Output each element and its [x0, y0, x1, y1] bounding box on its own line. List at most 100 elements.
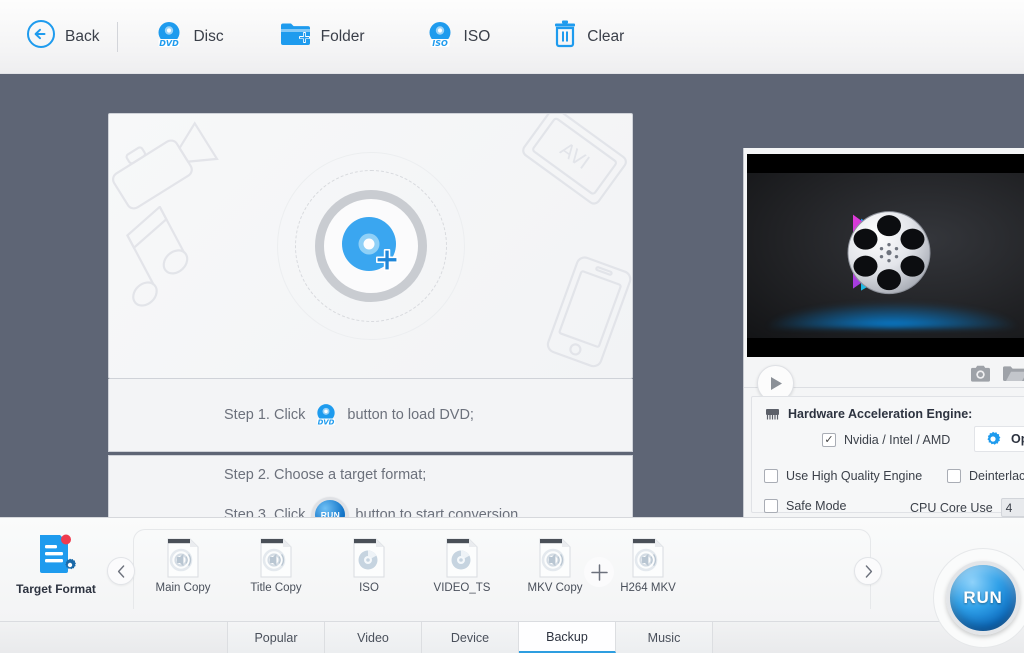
preview-toolbar: [744, 358, 1024, 402]
add-format-button[interactable]: [584, 557, 614, 587]
iso-button-label: ISO: [463, 27, 491, 45]
run-button-area: RUN: [933, 548, 1024, 652]
nvidia-checkbox[interactable]: ✓: [822, 433, 836, 447]
hardware-acceleration-panel: Hardware Acceleration Engine: ✓ Nvidia /…: [751, 396, 1024, 517]
high-quality-label: Use High Quality Engine: [786, 469, 923, 483]
deinterlacing-label: Deinterlacing: [969, 469, 1024, 483]
disc-file-icon: [353, 538, 385, 578]
format-strip: Target Format Main Copy Title Copy ISO V…: [0, 517, 1024, 621]
cpu-core-row: CPU Core Use 4: [910, 498, 1024, 517]
disc-add-icon[interactable]: [340, 215, 402, 277]
disc-button-label: Disc: [193, 27, 224, 45]
high-quality-checkbox[interactable]: [764, 469, 778, 483]
clear-button[interactable]: Clear: [538, 11, 638, 63]
back-arrow-icon: [26, 19, 56, 54]
play-icon: [770, 377, 782, 390]
gear-icon: [987, 431, 1001, 445]
format-item-label: Title Copy: [250, 582, 302, 594]
high-quality-row[interactable]: Use High Quality Engine: [764, 469, 922, 483]
video-file-icon: [260, 538, 292, 578]
format-item-h264-mkv[interactable]: H264 MKV: [613, 538, 683, 594]
format-item-label: Main Copy: [155, 582, 211, 594]
folder-button-label: Folder: [320, 27, 365, 45]
folder-icon[interactable]: [1003, 365, 1024, 387]
format-item-video-ts[interactable]: VIDEO_TS: [427, 538, 497, 594]
svg-text:ISO: ISO: [432, 39, 448, 48]
music-note-watermark-icon: [126, 206, 189, 307]
nvidia-checkbox-row[interactable]: ✓ Nvidia / Intel / AMD: [822, 433, 950, 447]
step2-text: Step 2. Choose a target format;: [224, 467, 427, 483]
dvd-disc-inline-icon: DVD: [317, 404, 336, 427]
toolbar-divider: [117, 21, 119, 52]
step1-card: Step 1. Click DVD button to load DVD;: [108, 379, 633, 452]
safe-mode-row[interactable]: Safe Mode: [764, 499, 846, 513]
folder-add-icon: [280, 20, 312, 53]
avi-filmstrip-watermark-icon: AVI: [522, 114, 627, 205]
stage-left-area: AVI Step 1. Click DVD button to load DVD…: [0, 74, 743, 539]
format-item-label: H264 MKV: [620, 582, 676, 594]
tab-video[interactable]: Video: [325, 622, 422, 653]
option-button[interactable]: Option: [974, 426, 1024, 452]
trash-icon: [552, 20, 578, 53]
step1-prefix: Step 1. Click: [224, 407, 306, 423]
tab-popular[interactable]: Popular: [228, 622, 325, 653]
chevron-right-icon: [865, 564, 872, 578]
format-item-label: ISO: [359, 582, 379, 594]
tab-music[interactable]: Music: [616, 622, 713, 653]
back-button[interactable]: Back: [12, 11, 113, 63]
svg-text:DVD: DVD: [318, 419, 335, 427]
step1-suffix: button to load DVD;: [347, 407, 474, 423]
hardware-acceleration-title-label: Hardware Acceleration Engine:: [788, 407, 973, 421]
tab-backup[interactable]: Backup: [519, 622, 616, 653]
preview-action-icons: [970, 365, 1024, 387]
nvidia-checkbox-label: Nvidia / Intel / AMD: [844, 433, 951, 447]
tabbar-spacer: [0, 622, 228, 653]
camera-icon[interactable]: [970, 365, 991, 387]
target-format-label: Target Format: [16, 582, 96, 596]
video-preview-canvas: [747, 173, 1024, 338]
dvd-disc-icon: DVD: [154, 19, 184, 54]
app-window: Back DVD Disc Folder ISO ISO Clear AVI S…: [0, 0, 1024, 653]
clear-button-label: Clear: [587, 27, 625, 45]
film-reel-logo: [847, 210, 931, 294]
back-button-label: Back: [65, 27, 100, 45]
deinterlacing-checkbox[interactable]: [947, 469, 961, 483]
cpu-core-value: 4: [1005, 500, 1013, 515]
video-preview[interactable]: [747, 154, 1024, 357]
main-stage: AVI Step 1. Click DVD button to load DVD…: [0, 74, 1024, 591]
svg-text:AVI: AVI: [556, 138, 594, 174]
svg-text:DVD: DVD: [160, 39, 180, 48]
format-prev-button[interactable]: [107, 557, 135, 585]
format-item-label: VIDEO_TS: [433, 582, 491, 594]
deinterlacing-row[interactable]: Deinterlacing: [947, 469, 1024, 483]
plus-icon: [590, 563, 608, 581]
option-button-label: Option: [1011, 432, 1024, 446]
format-item-mkv-copy[interactable]: MKV Copy: [520, 538, 590, 594]
format-next-button[interactable]: [854, 557, 882, 585]
format-item-title-copy[interactable]: Title Copy: [241, 538, 311, 594]
target-format-icon: [40, 534, 76, 573]
safe-mode-checkbox[interactable]: [764, 499, 778, 513]
video-file-icon: [632, 538, 664, 578]
chip-icon: [766, 408, 779, 419]
video-file-icon: [167, 538, 199, 578]
chevron-left-icon: [117, 564, 124, 578]
video-file-icon: [539, 538, 571, 578]
format-item-main-copy[interactable]: Main Copy: [148, 538, 218, 594]
cpu-core-label: CPU Core Use: [910, 500, 993, 515]
phone-watermark-icon: [546, 256, 632, 368]
format-item-iso[interactable]: ISO: [334, 538, 404, 594]
folder-button[interactable]: Folder: [266, 11, 379, 63]
disc-dropzone[interactable]: AVI: [108, 113, 633, 379]
safe-mode-label: Safe Mode: [786, 499, 847, 513]
disc-button[interactable]: DVD Disc: [140, 11, 237, 63]
format-item-label: MKV Copy: [527, 582, 583, 594]
iso-button[interactable]: ISO ISO: [411, 11, 505, 63]
step1-text: Step 1. Click DVD button to load DVD;: [109, 402, 474, 428]
target-format-button[interactable]: Target Format: [12, 533, 100, 596]
tab-device[interactable]: Device: [422, 622, 519, 653]
run-button[interactable]: RUN: [946, 561, 1020, 635]
run-button-label: RUN: [963, 588, 1003, 607]
cpu-core-select[interactable]: 4: [1000, 498, 1024, 517]
category-tab-bar: Popular Video Device Backup Music: [0, 621, 1024, 653]
